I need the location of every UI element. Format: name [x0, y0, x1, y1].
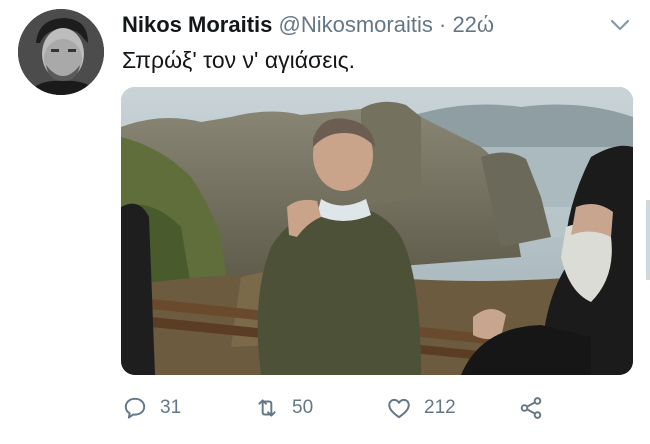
- retweet-icon: [258, 399, 276, 417]
- photo-image: [121, 87, 633, 375]
- author-handle[interactable]: @Nikosmoraitis: [279, 12, 433, 37]
- tweet-menu-button[interactable]: [608, 14, 632, 36]
- reply-button[interactable]: 31: [122, 392, 181, 424]
- share-button[interactable]: [518, 392, 556, 424]
- like-count: 212: [424, 397, 456, 418]
- author-name[interactable]: Nikos Moraitis: [122, 12, 272, 37]
- avatar[interactable]: [18, 9, 104, 95]
- avatar-image: [18, 9, 104, 95]
- timestamp[interactable]: 22ώ: [452, 12, 494, 37]
- tweet-actions: 31 50 212: [122, 392, 622, 424]
- scrollbar[interactable]: [646, 200, 650, 280]
- heart-icon: [388, 398, 410, 419]
- separator: ·: [438, 12, 447, 37]
- retweet-count: 50: [292, 397, 314, 418]
- retweet-button[interactable]: 50: [254, 392, 313, 424]
- like-button[interactable]: 212: [386, 392, 456, 424]
- reply-count: 31: [160, 397, 182, 418]
- tweet-photo[interactable]: [121, 87, 633, 375]
- chevron-down-icon: [610, 19, 630, 31]
- share-icon: [520, 397, 542, 419]
- comment-icon: [124, 397, 146, 419]
- tweet-header: Nikos Moraitis @Nikosmoraitis · 22ώ: [122, 10, 630, 42]
- tweet-text: Σπρώξ' τον ν' αγιάσεις.: [122, 47, 356, 73]
